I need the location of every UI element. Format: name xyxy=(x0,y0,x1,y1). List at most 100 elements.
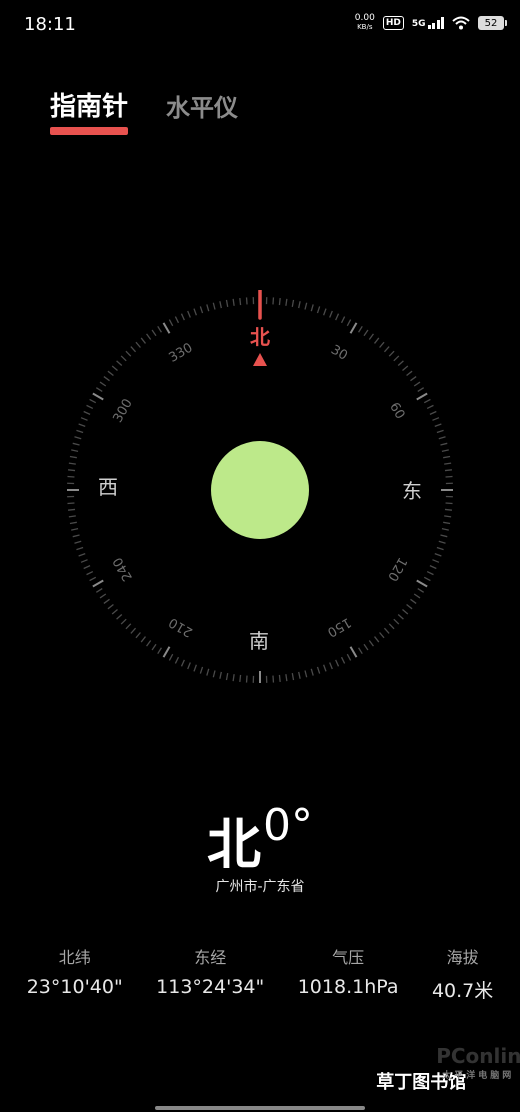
compass-tick xyxy=(329,310,333,318)
compass-tick xyxy=(406,370,413,376)
compass-tick xyxy=(69,455,77,459)
compass-tick xyxy=(151,643,157,651)
compass-tick xyxy=(397,360,404,367)
compass-tick xyxy=(416,579,428,588)
compass-tick xyxy=(349,646,358,658)
degree-label: 60 xyxy=(386,400,407,422)
stat-label: 东经 xyxy=(194,948,227,967)
compass-tick xyxy=(393,618,400,625)
compass-tick xyxy=(298,671,301,679)
watermark-sub: 太平洋电脑网 xyxy=(442,1071,515,1081)
cardinal-west: 西 xyxy=(98,475,118,499)
compass-tick xyxy=(74,436,82,440)
north-arrow-icon xyxy=(253,353,267,366)
compass-tick xyxy=(219,671,222,679)
compass-tick xyxy=(69,521,77,525)
compass-tick xyxy=(310,304,314,312)
compass-tick xyxy=(335,659,340,667)
compass-tick xyxy=(193,664,197,672)
compass-tick xyxy=(67,469,76,472)
compass-tick xyxy=(83,565,91,570)
compass-tick xyxy=(417,387,425,392)
compass-tick xyxy=(212,302,216,310)
compass-tick xyxy=(199,666,204,674)
mode-tabs: 指南针 水平仪 xyxy=(50,86,238,135)
compass-tick xyxy=(168,319,174,327)
compass-tick xyxy=(402,609,409,615)
stat-altitude: 海拔 40.7米 xyxy=(432,944,493,1003)
compass-tick xyxy=(291,673,295,681)
compass-tick xyxy=(444,462,452,465)
tab-level[interactable]: 水平仪 xyxy=(166,88,238,125)
compass-tick xyxy=(416,392,428,401)
hd-icon: HD xyxy=(382,16,404,30)
compass-tick xyxy=(329,662,333,670)
compass-tick xyxy=(111,365,118,371)
compass-tick xyxy=(443,455,451,459)
compass-tick xyxy=(298,301,301,309)
degree-label: 300 xyxy=(110,396,135,425)
compass-tick xyxy=(232,674,235,682)
compass-tick xyxy=(187,662,191,670)
compass-tick xyxy=(304,302,308,310)
compass-tick xyxy=(78,423,86,427)
compass-tick xyxy=(174,656,180,664)
compass-tick xyxy=(432,417,440,421)
stat-label: 海拔 xyxy=(446,948,479,967)
tab-active-indicator xyxy=(50,127,129,135)
compass-tick xyxy=(436,429,444,434)
compass-tick xyxy=(423,576,431,582)
compass-tick xyxy=(107,370,114,376)
battery-level: 52 xyxy=(484,17,498,29)
compass-tick xyxy=(157,647,162,655)
compass-tick xyxy=(423,398,431,404)
heading-readout: 北0° xyxy=(0,800,520,879)
compass-tick xyxy=(92,579,104,588)
compass-tick xyxy=(95,387,103,392)
compass-tick xyxy=(135,341,141,348)
cardinal-east: 东 xyxy=(402,479,422,503)
tab-compass[interactable]: 指南针 xyxy=(50,86,129,135)
compass-tick xyxy=(146,640,152,647)
compass-tick xyxy=(86,570,94,576)
compass-tick xyxy=(174,316,180,324)
compass-tick xyxy=(417,588,425,593)
compass-tick xyxy=(89,398,97,404)
compass-tick xyxy=(440,534,448,538)
compass-tick xyxy=(374,337,380,344)
compass-tick xyxy=(120,355,127,362)
compass-tick xyxy=(410,598,417,604)
wifi-icon xyxy=(452,16,470,30)
compass-tick xyxy=(379,632,385,639)
stat-value: 40.7米 xyxy=(431,980,494,1002)
compass-tick xyxy=(340,316,346,324)
compass-tick xyxy=(358,647,363,655)
stat-value: 1018.1hPa xyxy=(297,976,399,998)
degree-label: 210 xyxy=(166,614,195,639)
compass-tick xyxy=(429,410,437,415)
watermark: PConline 草丁图书馆 太平洋电脑网 xyxy=(376,1044,520,1094)
compass-tick xyxy=(130,346,137,353)
compass-tick xyxy=(68,462,76,465)
compass-tick xyxy=(78,553,86,557)
compass-tick xyxy=(434,423,442,427)
compass-tick xyxy=(76,429,84,434)
compass-tick xyxy=(232,298,235,306)
compass-tick xyxy=(180,659,185,667)
compass-tick xyxy=(441,449,449,452)
compass-tick xyxy=(116,360,123,367)
compass-dial: 北 东 南 西 30 60 120 150 210 240 300 330 xyxy=(67,290,453,683)
compass-tick xyxy=(225,299,229,307)
compass-tick xyxy=(206,668,210,676)
compass-tick xyxy=(80,559,88,563)
tab-compass-label: 指南针 xyxy=(50,92,129,122)
home-indicator[interactable] xyxy=(155,1106,365,1110)
compass-tick xyxy=(444,469,453,472)
compass-tick xyxy=(157,325,162,333)
degree-label: 120 xyxy=(384,554,409,583)
compass-tick xyxy=(239,674,242,683)
degree-label: 30 xyxy=(328,343,350,364)
compass-tick xyxy=(346,319,352,327)
compass-tick xyxy=(358,325,363,333)
compass-tick xyxy=(103,598,110,604)
